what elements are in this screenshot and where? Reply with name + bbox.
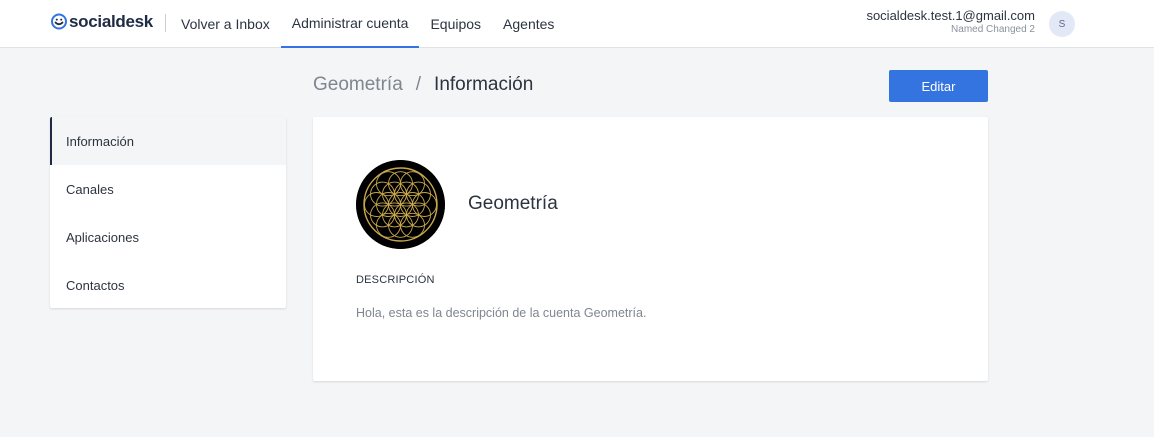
user-name: Named Changed 2 xyxy=(951,24,1035,35)
breadcrumb-current: Información xyxy=(434,74,534,95)
nav-manage-account[interactable]: Administrar cuenta xyxy=(280,0,420,48)
breadcrumb: Geometría / Información xyxy=(313,74,533,96)
user-avatar[interactable]: S xyxy=(1049,11,1075,37)
sidebar-item-information[interactable]: Información xyxy=(50,117,286,165)
edit-button[interactable]: Editar xyxy=(889,70,988,102)
logo-divider xyxy=(165,14,166,32)
chat-smile-icon xyxy=(51,13,67,30)
main-nav: Volver a Inbox Administrar cuenta Equipo… xyxy=(170,0,565,48)
breadcrumb-parent[interactable]: Geometría xyxy=(313,74,403,96)
user-email: socialdesk.test.1@gmail.com xyxy=(866,8,1035,23)
account-sidebar: Información Canales Aplicaciones Contact… xyxy=(50,117,286,308)
logo-text: socialdesk xyxy=(69,12,153,31)
account-name: Geometría xyxy=(468,193,558,214)
sidebar-item-contacts[interactable]: Contactos xyxy=(50,261,286,308)
flower-of-life-icon xyxy=(356,160,445,249)
sidebar-item-applications[interactable]: Aplicaciones xyxy=(50,213,286,261)
user-info[interactable]: socialdesk.test.1@gmail.com Named Change… xyxy=(866,8,1035,37)
account-avatar xyxy=(356,160,445,249)
sidebar-item-channels[interactable]: Canales xyxy=(50,165,286,213)
nav-teams[interactable]: Equipos xyxy=(419,0,492,48)
breadcrumb-separator: / xyxy=(415,74,422,95)
description-label: DESCRIPCIÓN xyxy=(356,274,435,286)
account-info-card: Geometría DESCRIPCIÓN Hola, esta es la d… xyxy=(313,117,988,381)
description-text: Hola, esta es la descripción de la cuent… xyxy=(356,306,647,320)
nav-agents[interactable]: Agentes xyxy=(492,0,565,48)
socialdesk-logo[interactable]: socialdesk xyxy=(50,8,153,36)
nav-back-to-inbox[interactable]: Volver a Inbox xyxy=(170,0,281,48)
top-navigation-bar: socialdesk Volver a Inbox Administrar cu… xyxy=(0,0,1154,48)
